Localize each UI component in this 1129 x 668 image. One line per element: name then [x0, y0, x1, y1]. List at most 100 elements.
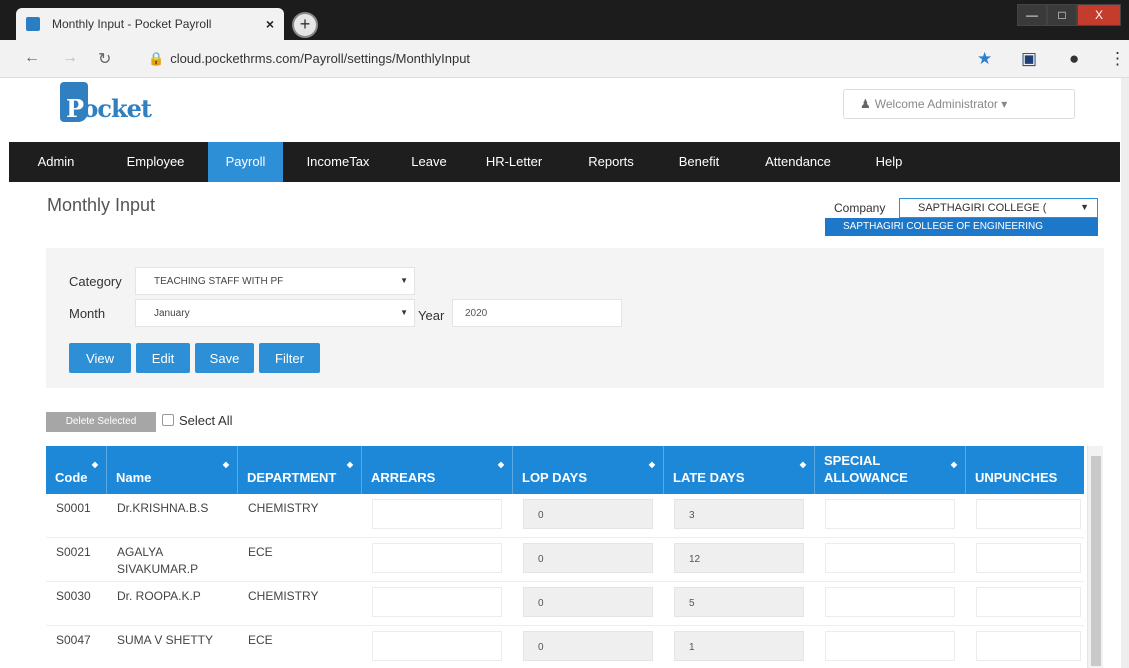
nav-item-reports[interactable]: Reports — [563, 142, 659, 182]
column-header-arrears[interactable]: ARREARS ◆ — [362, 446, 513, 494]
arrears-input[interactable] — [372, 543, 502, 573]
tab-close-icon[interactable]: × — [266, 16, 274, 32]
cell-code: S0030 — [56, 589, 91, 603]
lop-days-input[interactable]: 0 — [523, 587, 653, 617]
welcome-label: Welcome Administrator ▾ — [874, 97, 1008, 111]
cell-department: CHEMISTRY — [248, 501, 319, 515]
lop-days-input[interactable]: 0 — [523, 543, 653, 573]
late-days-input[interactable]: 12 — [674, 543, 804, 573]
sort-icon: ◆ — [346, 460, 353, 469]
company-select[interactable]: SAPTHAGIRI COLLEGE ( ▼ — [899, 198, 1098, 218]
company-option-highlighted[interactable]: SAPTHAGIRI COLLEGE OF ENGINEERING — [825, 218, 1098, 236]
unpunches-input[interactable] — [976, 631, 1081, 661]
page-scrollbar[interactable] — [1121, 78, 1129, 668]
special-allowance-input[interactable] — [825, 631, 955, 661]
favicon-icon — [26, 17, 40, 31]
category-select[interactable]: TEACHING STAFF WITH PF ▼ — [135, 267, 415, 295]
maximize-button[interactable]: □ — [1047, 4, 1077, 26]
nav-item-benefit[interactable]: Benefit — [659, 142, 739, 182]
late-days-input[interactable]: 3 — [674, 499, 804, 529]
unpunches-input[interactable] — [976, 499, 1081, 529]
view-button[interactable]: View — [69, 343, 131, 373]
special-allowance-input[interactable] — [825, 543, 955, 573]
back-arrow-icon[interactable]: ← — [24, 49, 40, 67]
new-tab-button[interactable]: + — [292, 12, 318, 38]
arrears-input[interactable] — [372, 499, 502, 529]
nav-item-employee[interactable]: Employee — [103, 142, 208, 182]
user-icon: ♟ — [860, 97, 871, 111]
nav-item-incometax[interactable]: IncomeTax — [283, 142, 393, 182]
arrears-input[interactable] — [372, 587, 502, 617]
cell-name: Dr.KRISHNA.B.S — [117, 501, 209, 515]
select-all-checkbox[interactable] — [162, 414, 174, 426]
browser-tab[interactable]: Monthly Input - Pocket Payroll × — [16, 8, 284, 40]
company-select-value: SAPTHAGIRI COLLEGE ( — [918, 202, 1047, 214]
category-select-value: TEACHING STAFF WITH PF — [154, 276, 284, 287]
month-select[interactable]: January ▼ — [135, 299, 415, 327]
nav-item-help[interactable]: Help — [857, 142, 921, 182]
cell-department: CHEMISTRY — [248, 589, 319, 603]
bookmark-star-icon[interactable]: ★ — [977, 49, 992, 69]
reload-icon[interactable]: ↻ — [98, 49, 111, 69]
year-input[interactable]: 2020 — [452, 299, 622, 327]
main-navigation: Admin Employee Payroll IncomeTax Leave H… — [9, 142, 1120, 182]
monthly-input-grid: Code ◆ Name ◆ DEPARTMENT ◆ ARREARS ◆ LOP DAY… — [46, 446, 1084, 668]
cell-department: ECE — [248, 545, 273, 559]
year-label: Year — [418, 308, 445, 323]
arrears-input[interactable] — [372, 631, 502, 661]
column-header-unpunches[interactable]: UNPUNCHES — [966, 446, 1084, 494]
window-close-button[interactable]: X — [1077, 4, 1121, 26]
nav-item-admin[interactable]: Admin — [9, 142, 103, 182]
month-label: Month — [69, 306, 106, 321]
filter-panel: Category TEACHING STAFF WITH PF ▼ Month … — [46, 248, 1104, 388]
late-days-input[interactable]: 1 — [674, 631, 804, 661]
extension-icon[interactable]: ▣ — [1021, 49, 1037, 69]
nav-item-payroll[interactable]: Payroll — [208, 142, 283, 182]
column-header-name[interactable]: Name ◆ — [107, 446, 238, 494]
nav-item-hr-letter[interactable]: HR-Letter — [465, 142, 563, 182]
grid-header: Code ◆ Name ◆ DEPARTMENT ◆ ARREARS ◆ LOP DAY… — [46, 446, 1084, 494]
lop-days-input[interactable]: 0 — [523, 631, 653, 661]
column-header-special-allowance[interactable]: SPECIAL ALLOWANCE ◆ — [815, 446, 966, 494]
address-bar: ← → ↻ 🔒 cloud.pockethrms.com/Payroll/sett… — [0, 40, 1129, 78]
late-days-input[interactable]: 5 — [674, 587, 804, 617]
chevron-down-icon: ▼ — [1080, 202, 1089, 212]
column-header-late-days[interactable]: LATE DAYS ◆ — [664, 446, 815, 494]
minimize-button[interactable]: — — [1017, 4, 1047, 26]
table-row: S0047 SUMA V SHETTY ECE 0 1 — [46, 626, 1084, 668]
browser-menu-icon[interactable]: ⋮ — [1109, 49, 1126, 69]
cell-code: S0001 — [56, 501, 91, 515]
table-row: S0030 Dr. ROOPA.K.P CHEMISTRY 0 5 — [46, 582, 1084, 626]
nav-item-leave[interactable]: Leave — [393, 142, 465, 182]
table-row: S0001 Dr.KRISHNA.B.S CHEMISTRY 0 3 — [46, 494, 1084, 538]
profile-icon[interactable]: ● — [1069, 49, 1079, 69]
column-header-lop-days[interactable]: LOP DAYS ◆ — [513, 446, 664, 494]
table-row: S0021 AGALYA SIVAKUMAR.P ECE 0 12 — [46, 538, 1084, 582]
edit-button[interactable]: Edit — [136, 343, 190, 373]
url-field[interactable]: 🔒 cloud.pockethrms.com/Payroll/settings/M… — [148, 51, 470, 67]
grid-scrollbar[interactable] — [1087, 446, 1103, 668]
column-header-code[interactable]: Code ◆ — [46, 446, 107, 494]
pocket-payroll-logo[interactable]: Pocket — [60, 82, 152, 132]
cell-code: S0047 — [56, 633, 91, 647]
filter-button[interactable]: Filter — [259, 343, 320, 373]
lop-days-input[interactable]: 0 — [523, 499, 653, 529]
url-text: cloud.pockethrms.com/Payroll/settings/Mo… — [170, 51, 471, 66]
special-allowance-input[interactable] — [825, 499, 955, 529]
unpunches-input[interactable] — [976, 543, 1081, 573]
unpunches-input[interactable] — [976, 587, 1081, 617]
chevron-down-icon: ▼ — [400, 276, 408, 285]
grid-scrollbar-thumb[interactable] — [1091, 456, 1101, 666]
cell-name: Dr. ROOPA.K.P — [117, 589, 201, 603]
welcome-user-dropdown[interactable]: ♟ Welcome Administrator ▾ — [843, 89, 1075, 119]
column-header-department[interactable]: DEPARTMENT ◆ — [238, 446, 362, 494]
sort-icon: ◆ — [497, 460, 504, 469]
lock-icon: 🔒 — [148, 51, 165, 66]
delete-selected-button[interactable]: Delete Selected — [46, 412, 156, 432]
tab-title: Monthly Input - Pocket Payroll — [52, 17, 212, 31]
special-allowance-input[interactable] — [825, 587, 955, 617]
forward-arrow-icon[interactable]: → — [62, 49, 78, 67]
nav-item-attendance[interactable]: Attendance — [739, 142, 857, 182]
sort-icon: ◆ — [222, 460, 229, 469]
save-button[interactable]: Save — [195, 343, 254, 373]
